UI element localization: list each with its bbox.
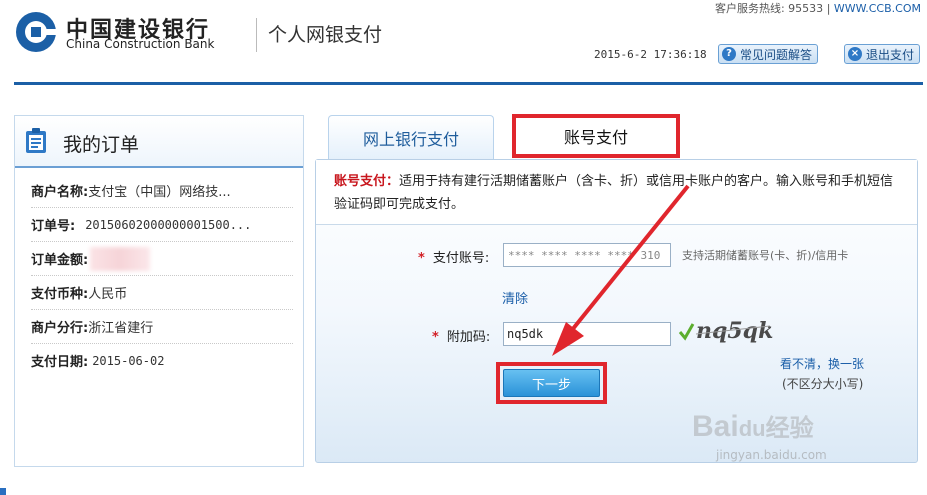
order-value: 人民币	[88, 287, 128, 302]
order-key: 商户名称:	[31, 185, 89, 200]
watermark-brand: Bai	[692, 410, 739, 443]
order-row-branch: 商户分行: 浙江省建行	[31, 310, 293, 344]
hotline-info: 客户服务热线: 95533 | WWW.CCB.COM	[715, 0, 921, 16]
order-row-date: 支付日期: 2015-06-02	[31, 344, 293, 377]
code-label-text: 附加码:	[446, 330, 491, 345]
faq-button[interactable]: ? 常见问题解答	[718, 44, 819, 64]
account-label-text: 支付账号:	[432, 251, 490, 266]
ccb-logo-icon	[16, 12, 58, 52]
clear-link[interactable]: 清除	[502, 288, 528, 307]
tab-online-banking[interactable]: 网上银行支付	[328, 115, 494, 160]
captcha-image[interactable]: nq5qk	[678, 314, 774, 346]
order-key: 订单金额:	[31, 253, 89, 268]
order-key: 商户分行:	[31, 321, 89, 336]
account-payment-notice: 账号支付：适用于持有建行活期储蓄账户（含卡、折）或信用卡账户的客户。输入账号和手…	[334, 170, 894, 216]
refresh-captcha-link[interactable]: 看不清，换一张	[780, 355, 864, 372]
order-panel-header: 我的订单	[15, 116, 303, 168]
order-key: 支付币种:	[31, 287, 89, 302]
captcha-text: nq5qk	[696, 318, 773, 344]
bank-name-en: China Construction Bank	[66, 37, 215, 51]
hotline-text: 客户服务热线: 95533	[714, 2, 824, 15]
order-title: 我的订单	[63, 134, 140, 156]
order-row-amount: 订单金额:	[31, 242, 293, 276]
required-marker: *	[418, 251, 425, 266]
faq-button-label: 常见问题解答	[740, 47, 813, 62]
account-number-input[interactable]: **** **** **** **** 310	[503, 243, 671, 267]
order-value: 浙江省建行	[88, 321, 154, 336]
account-label: * 支付账号:	[418, 247, 489, 266]
code-label: * 附加码:	[432, 326, 490, 345]
order-value: 支付宝（中国）网络技...	[88, 185, 231, 200]
order-row-currency: 支付币种: 人民币	[31, 276, 293, 310]
tab-account-payment[interactable]: 账号支付	[512, 114, 680, 158]
baidu-watermark: Baidu经验	[692, 408, 814, 444]
exit-payment-button[interactable]: × 退出支付	[844, 44, 921, 64]
watermark-suffix: 经验	[765, 415, 814, 442]
current-datetime: 2015-6-2 17:36:18	[594, 48, 707, 61]
order-value: 2015-06-02	[92, 353, 165, 368]
help-icon: ?	[722, 47, 736, 61]
order-value: 20150602000000001500...	[85, 217, 252, 232]
order-key: 订单号:	[31, 219, 76, 234]
notice-label: 账号支付：	[334, 174, 400, 189]
account-hint: 支持活期储蓄账号(卡、折)/信用卡	[682, 249, 849, 262]
order-row-number: 订单号: 20150602000000001500...	[31, 208, 293, 242]
check-icon	[678, 323, 695, 341]
watermark-brand2: du	[738, 416, 766, 441]
corner-marker	[0, 488, 6, 495]
order-key: 支付日期:	[31, 355, 89, 370]
verification-code-input[interactable]: nq5dk	[503, 322, 671, 346]
ccb-website-link[interactable]: WWW.CCB.COM	[834, 2, 921, 15]
service-title: 个人网银支付	[268, 24, 383, 46]
header-bar	[14, 82, 923, 85]
close-icon: ×	[848, 47, 862, 61]
order-panel: 我的订单 商户名称: 支付宝（中国）网络技... 订单号: 2015060200…	[14, 115, 304, 467]
clipboard-icon	[26, 128, 46, 153]
watermark-site: jingyan.baidu.com	[716, 448, 827, 462]
order-row-merchant: 商户名称: 支付宝（中国）网络技...	[31, 174, 293, 208]
exit-button-label: 退出支付	[866, 47, 915, 62]
divider: |	[826, 2, 834, 15]
notice-text: 适用于持有建行活期储蓄账户（含卡、折）或信用卡账户的客户。输入账号和手机短信验证…	[334, 174, 894, 212]
next-step-button[interactable]: 下一步	[503, 369, 600, 397]
required-marker: *	[432, 330, 439, 345]
header-divider	[256, 18, 257, 52]
case-note: (不区分大小写)	[782, 377, 864, 391]
redacted-amount	[90, 246, 151, 271]
